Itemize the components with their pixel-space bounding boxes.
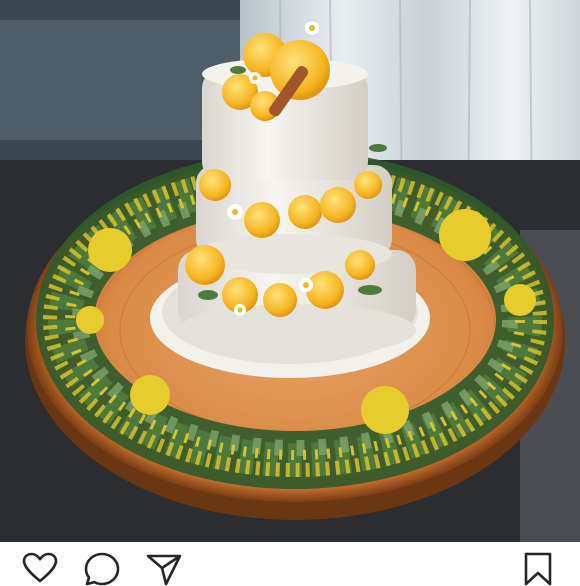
like-button[interactable] bbox=[20, 552, 60, 583]
post-photo[interactable] bbox=[0, 0, 580, 542]
paper-plane-icon bbox=[146, 554, 182, 586]
comment-icon bbox=[84, 552, 120, 586]
bookmark-icon bbox=[524, 552, 552, 586]
cake-photo-illustration bbox=[0, 0, 580, 542]
heart-icon bbox=[22, 552, 58, 583]
post-action-bar bbox=[0, 542, 580, 586]
share-button[interactable] bbox=[144, 552, 184, 586]
save-button[interactable] bbox=[518, 552, 558, 586]
comment-button[interactable] bbox=[82, 552, 122, 586]
